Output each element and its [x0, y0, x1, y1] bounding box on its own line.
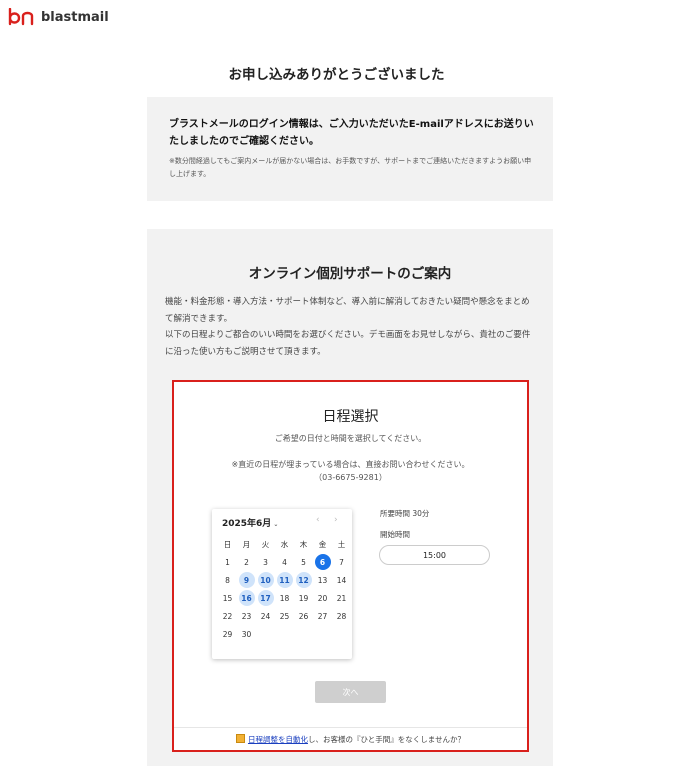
available-date[interactable]: 16 — [237, 589, 256, 607]
start-time-label: 開始時間 — [380, 530, 410, 539]
date-cell: 7 — [339, 557, 344, 567]
weekday-header: 火 — [261, 539, 270, 549]
weekday-header: 土 — [337, 539, 346, 549]
date-cell: 26 — [298, 611, 309, 621]
scheduler-note: ※直近の日程が埋まっている場合は、直接お問い合わせください。 （03-6675-… — [174, 458, 527, 484]
footer-divider — [174, 727, 527, 728]
weekday-header: 日 — [223, 539, 232, 549]
calendar: 2025年6月 ⌄ ‹ › 日月火水木金土 1 2 3 4 5 6 7 8 9 10 11 12 13 14 1… — [212, 509, 352, 659]
login-info-message: ブラストメールのログイン情報は、ご入力いただいたE-mailアドレスにお送りいた… — [169, 119, 534, 147]
date-cell: 22 — [222, 611, 233, 621]
month-label: 2025年6月 — [222, 519, 272, 529]
automate-scheduling-link[interactable]: 日程調整を自動化 — [248, 735, 308, 744]
blastmail-logo-icon — [8, 8, 34, 26]
support-desc-2: 以下の日程よりご都合のいい時間をお選びください。デモ画面をお見せしながら、貴社の… — [165, 330, 531, 357]
calendar-app-icon — [235, 734, 245, 743]
chevron-down-icon: ⌄ — [273, 521, 279, 528]
calendar-grid: 日月火水木金土 1 2 3 4 5 6 7 8 9 10 11 12 13 14 15 16 17 18 19 20 21… — [218, 535, 351, 643]
date-cell: 13 — [317, 575, 328, 585]
date-cell: 27 — [317, 611, 328, 621]
date-cell: 29 — [222, 629, 233, 639]
available-date[interactable]: 12 — [294, 571, 313, 589]
scheduler-title: 日程選択 — [322, 409, 379, 425]
login-info-note: ※数分間経過してもご案内メールが届かない場合は、お手数ですが、サポートまでご連絡… — [169, 157, 532, 178]
support-title: オンライン個別サポートのご案内 — [248, 266, 452, 282]
support-desc-1: 機能・料金形態・導入方法・サポート体制など、導入前に解消しておきたい疑問や懸念を… — [165, 297, 530, 324]
date-cell: 20 — [317, 593, 328, 603]
date-cell: 5 — [301, 557, 306, 567]
date-cell: 4 — [282, 557, 287, 567]
scheduler-note-phone: （03-6675-9281） — [314, 473, 387, 482]
weekday-header: 金 — [318, 539, 327, 549]
brand-logo[interactable]: blastmail — [8, 8, 109, 26]
next-button[interactable]: 次へ — [315, 681, 386, 703]
available-date[interactable]: 11 — [275, 571, 294, 589]
support-description: 機能・料金形態・導入方法・サポート体制など、導入前に解消しておきたい疑問や懸念を… — [165, 294, 537, 360]
date-cell: 15 — [222, 593, 233, 603]
prev-month-icon[interactable]: ‹ — [316, 515, 320, 525]
date-cell: 1 — [225, 557, 230, 567]
today-date[interactable]: 6 — [313, 553, 332, 571]
month-selector[interactable]: 2025年6月 ⌄ — [222, 516, 278, 529]
scheduler-footer: 日程調整を自動化し、お客様の『ひと手間』をなくしませんか？ — [174, 734, 527, 745]
available-date[interactable]: 9 — [237, 571, 256, 589]
date-cell: 3 — [263, 557, 268, 567]
date-cell: 23 — [241, 611, 252, 621]
date-cell: 28 — [336, 611, 347, 621]
date-cell: 18 — [279, 593, 290, 603]
date-cell: 19 — [298, 593, 309, 603]
weekday-header: 月 — [242, 539, 251, 549]
date-cell: 25 — [279, 611, 290, 621]
time-slot-button[interactable]: 15:00 — [379, 545, 490, 565]
date-cell: 2 — [244, 557, 249, 567]
footer-text: し、お客様の『ひと手間』をなくしませんか？ — [307, 735, 466, 744]
weekday-header: 水 — [280, 539, 289, 549]
next-month-icon[interactable]: › — [334, 515, 338, 525]
scheduler-note-line1: ※直近の日程が埋まっている場合は、直接お問い合わせください。 — [231, 460, 470, 469]
thanks-title: お申し込みありがとうございました — [228, 67, 445, 83]
available-date[interactable]: 10 — [256, 571, 275, 589]
scheduler-widget: 日程選択 ご希望の日付と時間を選択してください。 ※直近の日程が埋まっている場合… — [172, 380, 529, 752]
date-cell: 14 — [336, 575, 347, 585]
brand-name: blastmail — [41, 9, 109, 25]
date-cell: 8 — [225, 575, 230, 585]
weekday-header: 木 — [299, 539, 308, 549]
login-info-box: ブラストメールのログイン情報は、ご入力いただいたE-mailアドレスにお送りいた… — [147, 97, 553, 201]
duration-label: 所要時間 30分 — [380, 509, 430, 518]
date-cell: 30 — [241, 629, 252, 639]
scheduler-subtitle: ご希望の日付と時間を選択してください。 — [274, 434, 427, 443]
date-cell: 21 — [336, 593, 347, 603]
date-cell: 24 — [260, 611, 271, 621]
available-date[interactable]: 17 — [256, 589, 275, 607]
